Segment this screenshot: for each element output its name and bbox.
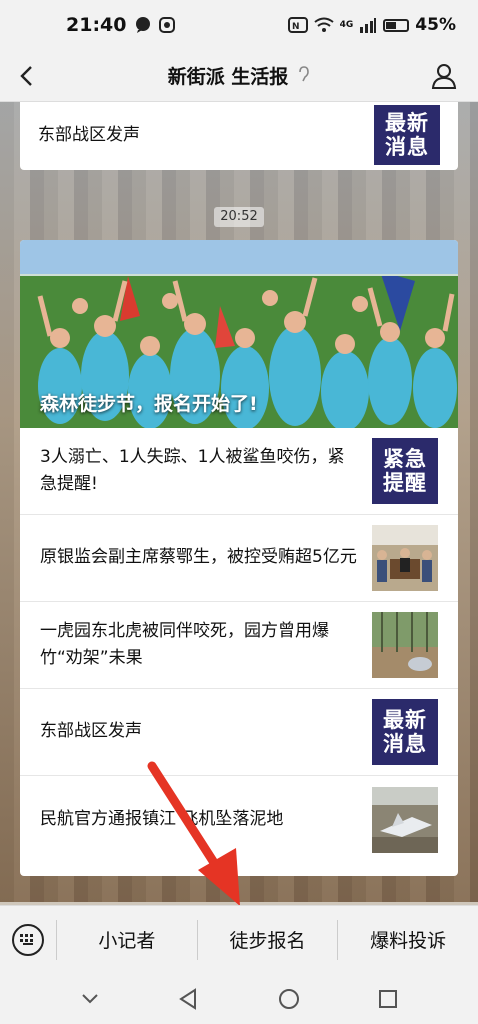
article-item[interactable]: 东部战区发声 最新 消息 <box>20 689 458 776</box>
circle-home-icon <box>278 988 299 1009</box>
system-navigation-bar <box>0 973 478 1024</box>
keyboard-icon <box>20 933 33 945</box>
article-item[interactable]: 民航官方通报镇江 飞机坠落泥地 <box>20 776 458 863</box>
article-tag-thumbnail: 最新 消息 <box>372 699 438 765</box>
profile-button[interactable] <box>430 62 458 90</box>
hero-article[interactable]: 森林徒步节，报名开始了! <box>20 240 458 428</box>
svg-text:N: N <box>292 22 300 32</box>
news-card-partial[interactable]: 东部战区发声 最新 消息 <box>20 102 458 170</box>
nav-recents-button[interactable] <box>368 979 408 1019</box>
tiger-photo-thumbnail <box>372 612 438 678</box>
wifi-icon <box>314 17 334 32</box>
plane-photo-thumbnail <box>372 786 438 853</box>
article-tag-thumbnail: 紧急 提醒 <box>372 438 438 504</box>
article-title: 东部战区发声 <box>40 721 142 742</box>
news-tag-thumbnail: 最新 消息 <box>374 105 440 165</box>
status-time: 21:40 <box>66 14 127 36</box>
user-icon <box>431 64 457 89</box>
message-icon <box>136 17 151 33</box>
status-bar: 21:40 N 4G 45% <box>0 0 478 50</box>
message-timestamp: 20:52 <box>214 207 264 227</box>
keyboard-toggle-button[interactable] <box>0 906 56 974</box>
article-title: 一虎园东北虎被同伴咬死，园方曾用爆竹“劝架”未果 <box>40 620 329 668</box>
chevron-down-icon <box>82 993 98 1003</box>
article-item[interactable]: 原银监会副主席蔡鄂生，被控受贿超5亿元 <box>20 515 458 602</box>
news-card[interactable]: 森林徒步节，报名开始了! 3人溺亡、1人失踪、1人被鲨鱼咬伤，紧急提醒! 紧急 … <box>20 240 458 876</box>
article-title: 原银监会副主席蔡鄂生，被控受贿超5亿元 <box>40 547 357 568</box>
nav-collapse-button[interactable] <box>70 979 110 1019</box>
chevron-left-icon <box>20 66 32 86</box>
signal-icon <box>360 18 377 33</box>
network-type: 4G <box>339 20 354 30</box>
menu-item-tip-complaint[interactable]: 爆料投诉 <box>337 919 478 960</box>
article-title: 3人溺亡、1人失踪、1人被鲨鱼咬伤，紧急提醒! <box>40 446 345 494</box>
nav-home-button[interactable] <box>269 979 309 1019</box>
triangle-back-icon <box>179 987 197 1010</box>
nav-back-button[interactable] <box>169 979 209 1019</box>
article-title: 民航官方通报镇江 飞机坠落泥地 <box>40 808 284 829</box>
menu-item-reporter[interactable]: 小记者 <box>56 919 197 960</box>
square-recents-icon <box>379 989 398 1008</box>
news-title: 东部战区发声 <box>38 124 140 145</box>
battery-percent: 45% <box>415 15 456 35</box>
article-item[interactable]: 3人溺亡、1人失踪、1人被鲨鱼咬伤，紧急提醒! 紧急 提醒 <box>20 428 458 515</box>
page-title: 新街派 生活报 <box>167 66 289 88</box>
battery-icon <box>383 18 410 32</box>
app-notification-icon <box>159 17 176 33</box>
chat-menu-bar: 小记者 徒步报名 爆料投诉 <box>0 905 478 973</box>
back-button[interactable] <box>14 62 42 90</box>
nfc-icon: N <box>287 17 308 33</box>
chat-header: 新街派 生活报 <box>0 50 478 102</box>
hero-caption: 森林徒步节，报名开始了! <box>40 393 258 415</box>
court-photo-thumbnail <box>372 525 438 591</box>
ear-icon <box>298 65 310 86</box>
chat-area[interactable]: 东部战区发声 最新 消息 20:52 森林徒步节，报名开始了! 3人溺亡、1人失… <box>0 102 478 902</box>
menu-item-hike-signup[interactable]: 徒步报名 <box>196 919 338 960</box>
article-item[interactable]: 一虎园东北虎被同伴咬死，园方曾用爆竹“劝架”未果 <box>20 602 458 689</box>
